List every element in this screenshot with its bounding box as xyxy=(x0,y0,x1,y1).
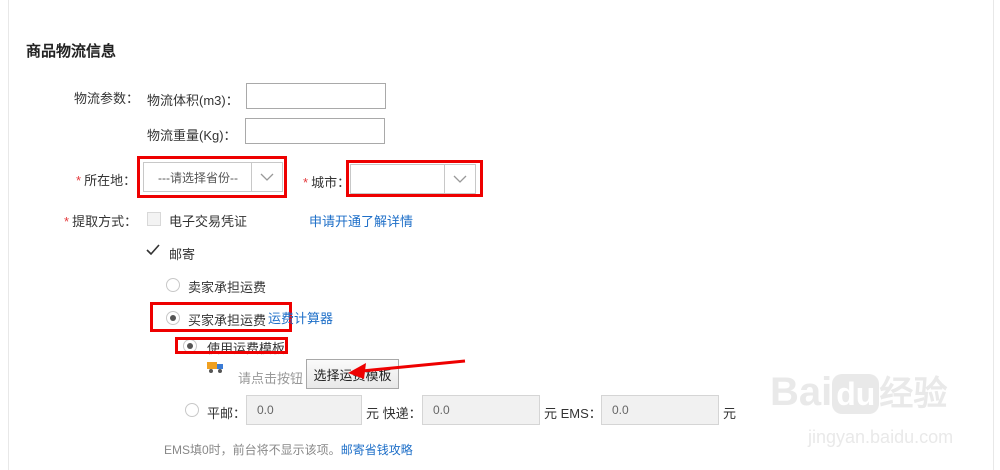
freight-calc-link[interactable]: 运费计算器 xyxy=(268,308,333,327)
required-mark: * xyxy=(76,173,82,188)
pickup-label: * 提取方式： xyxy=(64,214,138,229)
details-link[interactable]: 了解详情 xyxy=(361,211,413,230)
red-arrow-icon xyxy=(348,359,466,379)
required-mark: * xyxy=(303,175,309,190)
express-label: 元 快递： xyxy=(366,406,422,421)
manual-fee-radio[interactable] xyxy=(185,403,199,417)
yuan-label: 元 xyxy=(723,406,737,421)
city-label: * 城市： xyxy=(303,175,351,190)
ecert-label: 电子交易凭证 xyxy=(169,214,248,229)
ems-fee-input[interactable]: 0.0 xyxy=(601,395,719,425)
seller-pays-label: 卖家承担运费 xyxy=(188,280,267,295)
location-label: * 所在地： xyxy=(76,173,137,188)
template-hint: 请点击按钮 xyxy=(238,371,304,386)
post-fee-input[interactable]: 0.0 xyxy=(246,395,362,425)
section-title: 商品物流信息 xyxy=(26,43,117,60)
post-label: 平邮： xyxy=(207,406,247,421)
express-fee-input[interactable]: 0.0 xyxy=(422,395,540,425)
mail-label: 邮寄 xyxy=(169,247,196,262)
weight-input[interactable] xyxy=(245,118,385,144)
baidu-watermark-logo: Bai du 经验 xyxy=(770,370,948,414)
province-highlight-box xyxy=(137,156,287,198)
weight-label: 物流重量(Kg)： xyxy=(147,128,237,143)
ecert-checkbox[interactable] xyxy=(147,212,161,226)
seller-pays-radio[interactable] xyxy=(166,278,180,292)
volume-label: 物流体积(m3)： xyxy=(147,93,239,108)
volume-input[interactable] xyxy=(246,83,386,109)
save-tips-link[interactable]: 邮寄省钱攻略 xyxy=(341,443,413,457)
logistics-label: 物流参数： xyxy=(74,91,140,106)
ems-note: EMS填0时，前台将不显示该项。邮寄省钱攻略 xyxy=(164,443,413,457)
ems-label: 元 EMS： xyxy=(544,406,602,421)
mail-checkbox[interactable] xyxy=(145,242,161,258)
use-template-highlight-box xyxy=(175,337,288,354)
required-mark: * xyxy=(64,214,70,229)
city-highlight-box xyxy=(346,160,483,197)
apply-link[interactable]: 申请开通 xyxy=(309,211,361,230)
truck-icon xyxy=(207,360,225,374)
checkmark-icon xyxy=(146,244,160,256)
watermark-url: jingyan.baidu.com xyxy=(808,427,954,447)
